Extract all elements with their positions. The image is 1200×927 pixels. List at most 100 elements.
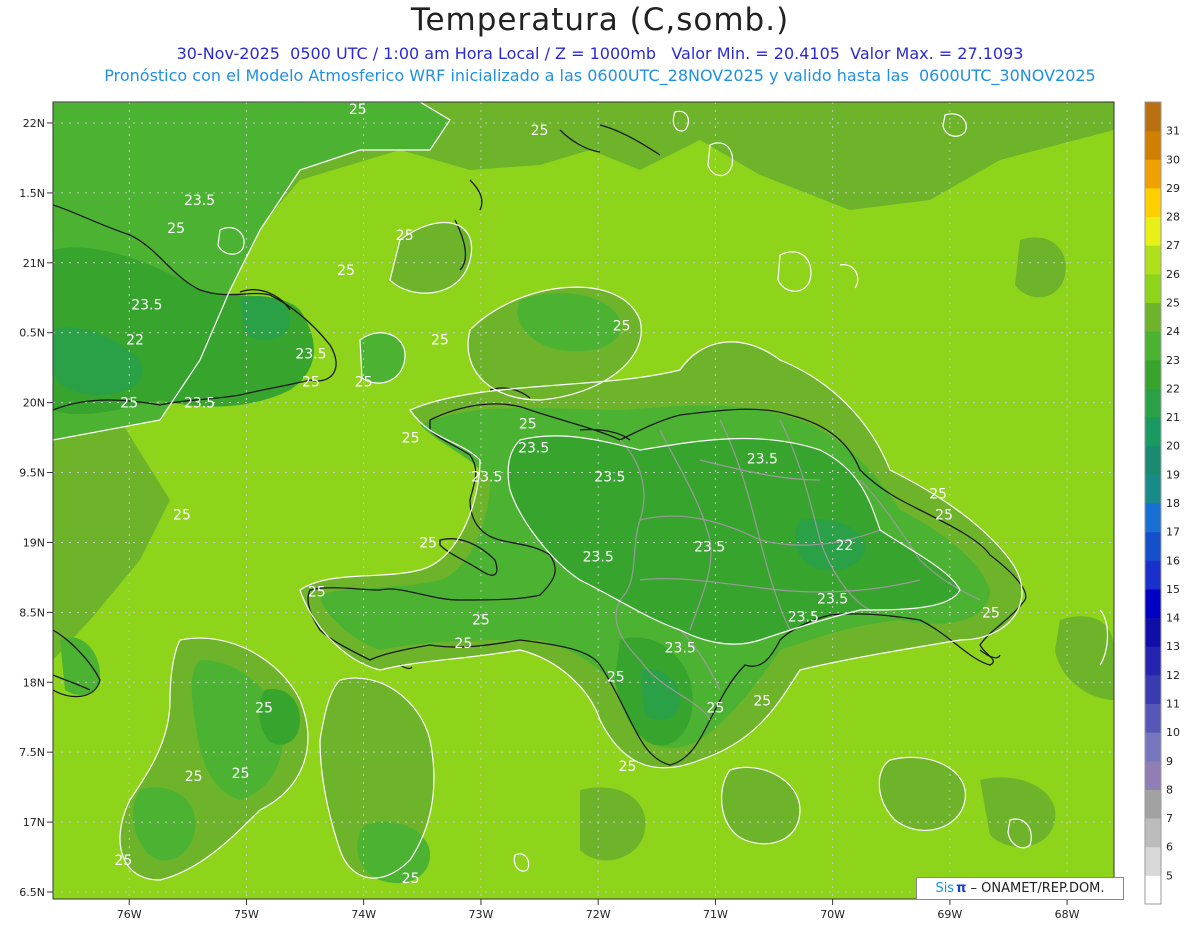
- contour-label: 23.5: [817, 591, 848, 607]
- contour-label: 25: [619, 759, 637, 775]
- contour-label: 25: [349, 102, 367, 118]
- contour-label: 25: [519, 417, 537, 433]
- colorbar-swatch: [1145, 875, 1161, 905]
- y-tick-label: 21N: [23, 257, 45, 270]
- colorbar-label: 29: [1166, 182, 1180, 195]
- colorbar-swatch: [1145, 617, 1161, 647]
- contour-label: 23.5: [295, 347, 326, 363]
- contour-label: 25: [531, 123, 549, 139]
- contour-label: 23.5: [131, 298, 162, 314]
- colorbar-swatch: [1145, 732, 1161, 762]
- contour-label: 25: [402, 871, 420, 887]
- contour-label: 25: [935, 507, 953, 523]
- contour-label: 25: [173, 507, 191, 523]
- contour-label: 25: [114, 853, 132, 869]
- y-tick-label: 0.5N: [19, 327, 45, 340]
- contour-label: 25: [232, 766, 250, 782]
- colorbar-label: 10: [1166, 726, 1180, 739]
- colorbar-label: 27: [1166, 239, 1180, 252]
- contour-label: 25: [355, 375, 373, 391]
- y-tick-label: 7.5N: [19, 746, 45, 759]
- colorbar-swatch: [1145, 474, 1161, 504]
- colorbar-swatch: [1145, 560, 1161, 590]
- contour-label: 25: [337, 263, 355, 279]
- contour-label: 25: [185, 769, 203, 785]
- contour-label: 23.5: [788, 610, 819, 626]
- y-tick-label: 8.5N: [19, 606, 45, 619]
- contour-label: 25: [396, 228, 414, 244]
- contour-label: 25: [402, 431, 420, 447]
- colorbar-swatch: [1145, 531, 1161, 561]
- contour-label: 25: [472, 612, 490, 628]
- colorbar-label: 14: [1166, 612, 1180, 625]
- contour-label: 23.5: [665, 640, 696, 656]
- colorbar-label: 5: [1166, 869, 1173, 882]
- colorbar-label: 26: [1166, 268, 1180, 281]
- temperature-map: 25 25 23.5 25 25 25 23.5 25 22 25 23.5 25 25 25 23.5 25…: [19, 101, 1180, 921]
- credit-box: Sis π – ONAMET/REP.DOM.: [916, 877, 1124, 900]
- contour-label: 25: [982, 605, 1000, 621]
- colorbar-swatch: [1145, 588, 1161, 619]
- contour-label: 23.5: [594, 470, 625, 486]
- contour-label: 25: [308, 584, 326, 600]
- colorbar-swatch: [1145, 703, 1161, 733]
- colorbar-label: 15: [1166, 583, 1180, 596]
- x-tick-label: 75W: [234, 908, 259, 921]
- sispi-pi-symbol: π: [956, 881, 967, 896]
- contour-label: 25: [753, 693, 771, 709]
- colorbar-swatch: [1145, 245, 1161, 275]
- x-tick-label: 76W: [117, 908, 142, 921]
- contour-label: 23.5: [518, 440, 549, 456]
- y-tick-label: 6.5N: [19, 886, 45, 899]
- colorbar-swatch: [1145, 216, 1161, 246]
- colorbar-label: 9: [1166, 755, 1173, 768]
- x-tick-label: 68W: [1055, 908, 1080, 921]
- contour-label: 25: [706, 700, 724, 716]
- contour-label: 23.5: [184, 193, 215, 209]
- colorbar-label: 30: [1166, 153, 1180, 166]
- contour-label: 25: [431, 333, 449, 349]
- contour-label: 23.5: [747, 452, 778, 468]
- colorbar-label: 13: [1166, 640, 1180, 653]
- contour-label: 25: [607, 670, 625, 686]
- contour-label: 25: [419, 535, 437, 551]
- y-tick-label: 19N: [23, 536, 45, 549]
- contour-label: 23.5: [184, 396, 215, 412]
- y-tick-label: 22N: [23, 117, 45, 130]
- contour-label: 23.5: [583, 549, 614, 565]
- colorbar-label: 22: [1166, 382, 1180, 395]
- y-axis: 22N 1.5N 21N 0.5N 20N 9.5N 19N 8.5N 18N 7.5N 17N 6.…: [19, 117, 53, 899]
- x-tick-label: 73W: [468, 908, 493, 921]
- colorbar-swatch: [1145, 187, 1161, 218]
- y-tick-label: 9.5N: [19, 467, 45, 480]
- credit-text: – ONAMET/REP.DOM.: [970, 881, 1105, 896]
- colorbar-swatch: [1145, 302, 1161, 332]
- colorbar-label: 21: [1166, 411, 1180, 424]
- contour-label: 23.5: [471, 470, 502, 486]
- contour-label: 25: [613, 319, 631, 335]
- x-tick-label: 74W: [351, 908, 376, 921]
- colorbar-label: 28: [1166, 211, 1180, 224]
- colorbar-label: 23: [1166, 354, 1180, 367]
- colorbar-label: 19: [1166, 468, 1180, 481]
- x-tick-label: 70W: [820, 908, 845, 921]
- colorbar-label: 31: [1166, 125, 1180, 138]
- y-tick-label: 1.5N: [19, 187, 45, 200]
- colorbar-swatch: [1145, 359, 1161, 389]
- colorbar-swatch: [1145, 760, 1161, 790]
- contour-label: 25: [255, 700, 273, 716]
- colorbar-label: 20: [1166, 440, 1180, 453]
- colorbar-swatch: [1145, 130, 1161, 160]
- colorbar-swatch: [1145, 646, 1161, 676]
- contour-label: 22: [126, 333, 144, 349]
- contour-label: 23.5: [694, 540, 725, 556]
- y-tick-label: 20N: [23, 397, 45, 410]
- contour-label: 25: [302, 375, 320, 391]
- colorbar-swatch: [1145, 273, 1161, 303]
- y-tick-label: 18N: [23, 676, 45, 689]
- colorbar-swatch: [1145, 445, 1161, 475]
- contour-label: 25: [454, 636, 472, 652]
- contour-label: 25: [929, 487, 947, 503]
- colorbar-label: 7: [1166, 812, 1173, 825]
- colorbar-swatch: [1145, 789, 1161, 819]
